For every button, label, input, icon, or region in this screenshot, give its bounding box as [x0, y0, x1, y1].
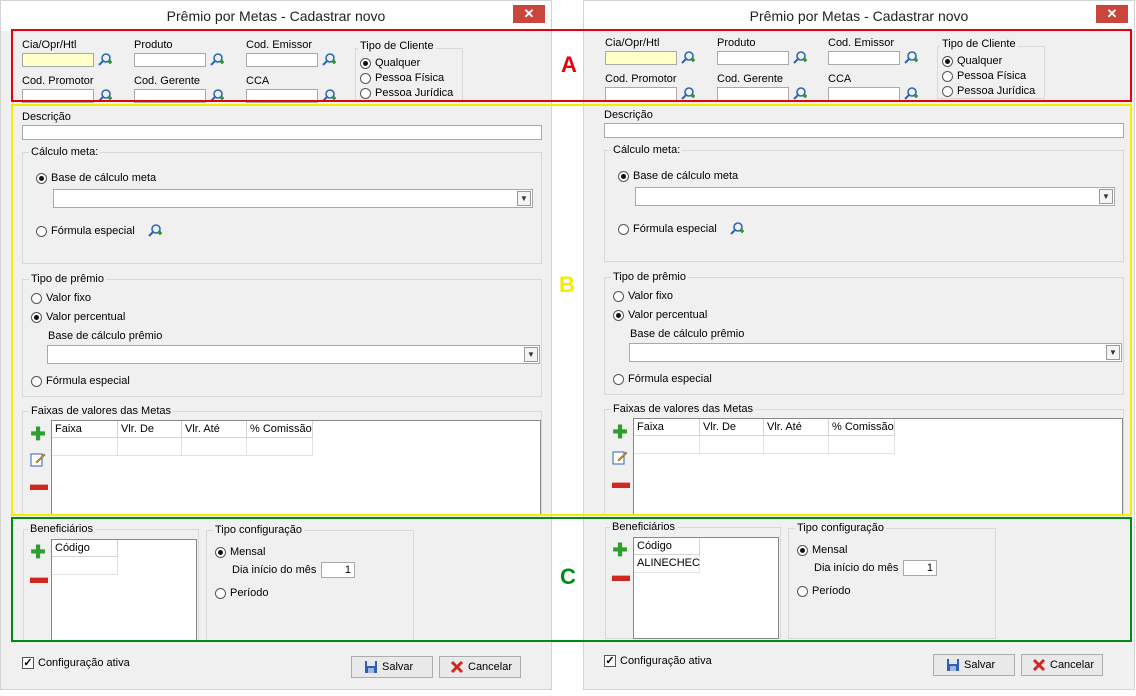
title-bar: Prêmio por Metas - Cadastrar novo ✕: [1, 1, 551, 31]
save-button-label: Salvar: [964, 659, 996, 671]
close-button[interactable]: ✕: [513, 5, 545, 23]
config-ativa-checkbox[interactable]: ✓: [22, 657, 34, 669]
save-button[interactable]: Salvar: [933, 654, 1015, 676]
cancel-button-label: Cancelar: [1050, 659, 1095, 671]
annotation-label-c: C: [560, 564, 576, 589]
cancel-button[interactable]: Cancelar: [1021, 654, 1103, 676]
config-ativa-checkbox[interactable]: ✓: [604, 655, 616, 667]
cancel-button-label: Cancelar: [468, 661, 513, 673]
cancel-icon: [450, 661, 464, 674]
cancel-icon: [1032, 659, 1046, 672]
save-icon: [947, 659, 959, 672]
close-icon[interactable]: ✕: [1107, 6, 1118, 21]
annotation-box-b: [11, 104, 1132, 516]
annotation-label-b: B: [559, 272, 575, 297]
cancel-button[interactable]: Cancelar: [439, 656, 521, 678]
close-icon[interactable]: ✕: [524, 6, 535, 21]
window-title: Prêmio por Metas - Cadastrar novo: [749, 8, 969, 24]
config-ativa-label: Configuração ativa: [620, 655, 712, 667]
window-title: Prêmio por Metas - Cadastrar novo: [166, 8, 386, 24]
save-button-label: Salvar: [382, 661, 414, 673]
save-button[interactable]: Salvar: [351, 656, 433, 678]
title-bar: Prêmio por Metas - Cadastrar novo ✕: [584, 1, 1134, 31]
annotation-label-a: A: [561, 52, 577, 77]
close-button[interactable]: ✕: [1096, 5, 1128, 23]
config-ativa-label: Configuração ativa: [38, 657, 130, 669]
save-icon: [365, 661, 377, 674]
